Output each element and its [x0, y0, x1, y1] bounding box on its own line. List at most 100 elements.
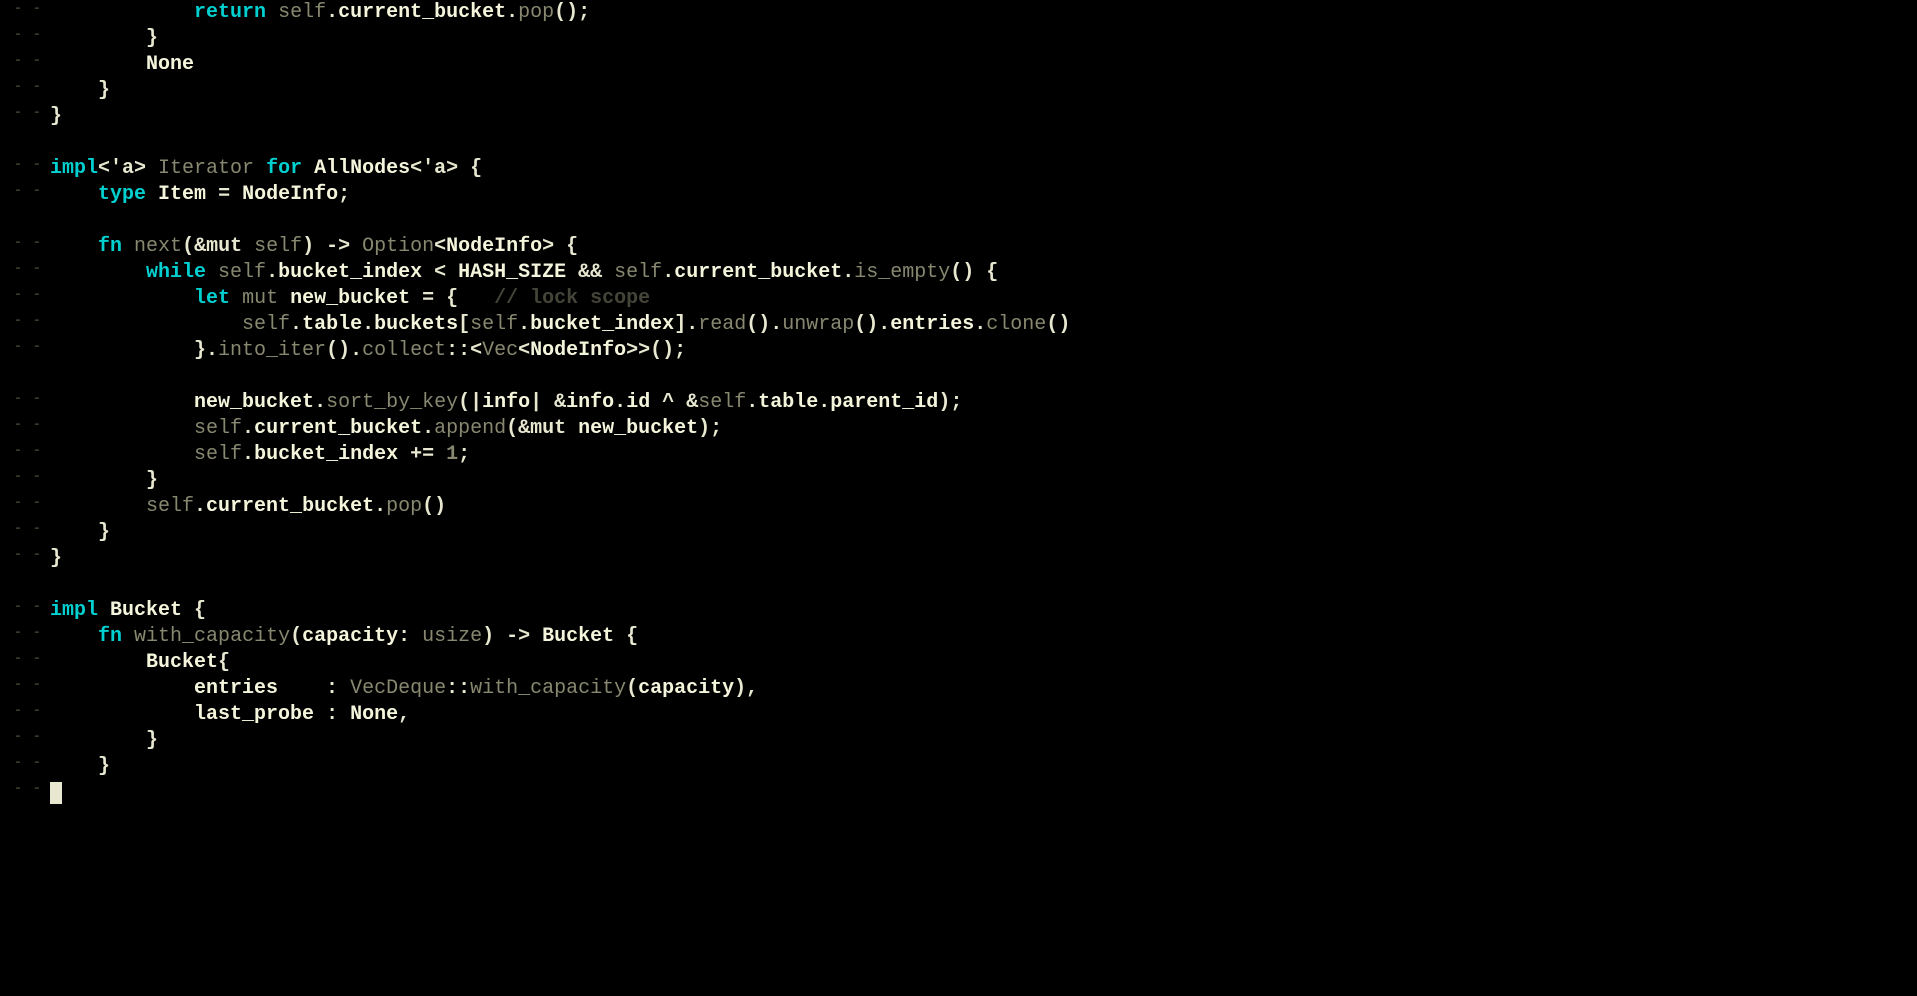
code-line[interactable] — [50, 572, 1917, 598]
code-line[interactable]: impl<'a> Iterator for AllNodes<'a> { — [50, 156, 1917, 182]
token — [50, 495, 146, 518]
code-line[interactable] — [50, 364, 1917, 390]
code-line[interactable]: self.current_bucket.pop() — [50, 494, 1917, 520]
token-punct: . — [422, 417, 434, 440]
code-line[interactable]: } — [50, 754, 1917, 780]
code-line[interactable]: } — [50, 728, 1917, 754]
token-punct: <'a> { — [410, 157, 482, 180]
token-ident: bucket_index — [254, 443, 398, 466]
code-line[interactable]: }.into_iter().collect::<Vec<NodeInfo>>()… — [50, 338, 1917, 364]
token-punct: = { — [410, 287, 494, 310]
token-dim: self — [698, 391, 746, 414]
code-line[interactable]: } — [50, 26, 1917, 52]
code-line[interactable]: return self.current_bucket.pop(); — [50, 0, 1917, 26]
code-line[interactable]: } — [50, 104, 1917, 130]
token-ident: parent_id — [830, 391, 938, 414]
token-dim: clone — [986, 313, 1046, 336]
code-line[interactable]: fn next(&mut self) -> Option<NodeInfo> { — [50, 234, 1917, 260]
token-ident: current_bucket — [674, 261, 842, 284]
gutter-mark: - - — [0, 26, 42, 52]
code-line[interactable]: type Item = NodeInfo; — [50, 182, 1917, 208]
token-dim: with_capacity — [134, 625, 290, 648]
code-line[interactable] — [50, 780, 1917, 806]
token-punct: ); — [938, 391, 962, 414]
gutter-mark: - - — [0, 286, 42, 312]
gutter-mark: - - — [0, 754, 42, 780]
token-punct: [ — [458, 313, 470, 336]
code-line[interactable]: } — [50, 78, 1917, 104]
token-punct: :: — [446, 677, 470, 700]
code-line[interactable] — [50, 130, 1917, 156]
code-line[interactable]: } — [50, 546, 1917, 572]
token-ident: current_bucket — [254, 417, 422, 440]
code-area[interactable]: return self.current_bucket.pop(); } None… — [50, 0, 1917, 996]
code-line[interactable]: } — [50, 520, 1917, 546]
code-line[interactable]: self.current_bucket.append(&mut new_buck… — [50, 416, 1917, 442]
token — [302, 157, 314, 180]
token-punct: . — [506, 1, 518, 24]
token-punct: . — [362, 313, 374, 336]
code-line[interactable]: last_probe : None, — [50, 702, 1917, 728]
code-line[interactable]: let mut new_bucket = { // lock scope — [50, 286, 1917, 312]
token — [50, 417, 194, 440]
token-punct: . — [290, 313, 302, 336]
token-punct: ( — [290, 625, 302, 648]
token-punct: . — [314, 391, 326, 414]
token-punct: . — [194, 495, 206, 518]
token — [146, 183, 158, 206]
token-punct: (). — [746, 313, 782, 336]
token-punct: . — [374, 495, 386, 518]
token-kw: for — [266, 157, 302, 180]
token-punct: ) -> — [482, 625, 542, 648]
token-punct: } — [50, 521, 110, 544]
token-punct: ; — [458, 443, 470, 466]
token-punct: <'a> — [98, 157, 158, 180]
token — [206, 261, 218, 284]
token-kw: impl — [50, 599, 98, 622]
token-punct: . — [266, 261, 278, 284]
token-ident: HASH_SIZE — [458, 261, 566, 284]
gutter-mark: - - — [0, 520, 42, 546]
token-ident: bucket_index — [278, 261, 422, 284]
code-line[interactable]: entries : VecDeque::with_capacity(capaci… — [50, 676, 1917, 702]
code-line[interactable]: fn with_capacity(capacity: usize) -> Buc… — [50, 624, 1917, 650]
token-punct: += — [398, 443, 446, 466]
token-dim: self — [194, 417, 242, 440]
code-line[interactable]: } — [50, 468, 1917, 494]
token — [50, 677, 194, 700]
token — [278, 287, 290, 310]
code-line[interactable]: Bucket{ — [50, 650, 1917, 676]
token-punct: : — [398, 625, 422, 648]
token-dim: Option — [362, 235, 434, 258]
token-punct: () — [422, 495, 446, 518]
token-ident: capacity — [638, 677, 734, 700]
token-punct: ), — [734, 677, 758, 700]
gutter-mark: - - — [0, 312, 42, 338]
token-punct: { — [614, 625, 638, 648]
token-punct: } — [50, 729, 158, 752]
token-punct: (). — [326, 339, 362, 362]
gutter-mark: - - — [0, 390, 42, 416]
token-punct: > { — [542, 235, 578, 258]
code-editor[interactable]: - -- -- -- -- -- -- -- -- -- -- -- -- --… — [0, 0, 1917, 996]
gutter-mark: - - — [0, 52, 42, 78]
code-line[interactable]: while self.bucket_index < HASH_SIZE && s… — [50, 260, 1917, 286]
code-line[interactable]: self.bucket_index += 1; — [50, 442, 1917, 468]
token — [122, 235, 134, 258]
code-line[interactable]: None — [50, 52, 1917, 78]
token-punct: } — [50, 469, 158, 492]
code-line[interactable] — [50, 208, 1917, 234]
code-line[interactable]: self.table.buckets[self.bucket_index].re… — [50, 312, 1917, 338]
code-line[interactable]: new_bucket.sort_by_key(|info| &info.id ^… — [50, 390, 1917, 416]
token — [50, 53, 146, 76]
token-punct: (&mut — [182, 235, 254, 258]
token-dim: self — [194, 443, 242, 466]
code-line[interactable]: impl Bucket { — [50, 598, 1917, 624]
token-punct: : — [314, 703, 350, 726]
token-punct: } — [50, 105, 62, 128]
token-punct: (&mut — [506, 417, 578, 440]
gutter: - -- -- -- -- -- -- -- -- -- -- -- -- --… — [0, 0, 50, 996]
gutter-mark: - - — [0, 182, 42, 208]
token-punct: . — [842, 261, 854, 284]
token-punct: } — [50, 547, 62, 570]
